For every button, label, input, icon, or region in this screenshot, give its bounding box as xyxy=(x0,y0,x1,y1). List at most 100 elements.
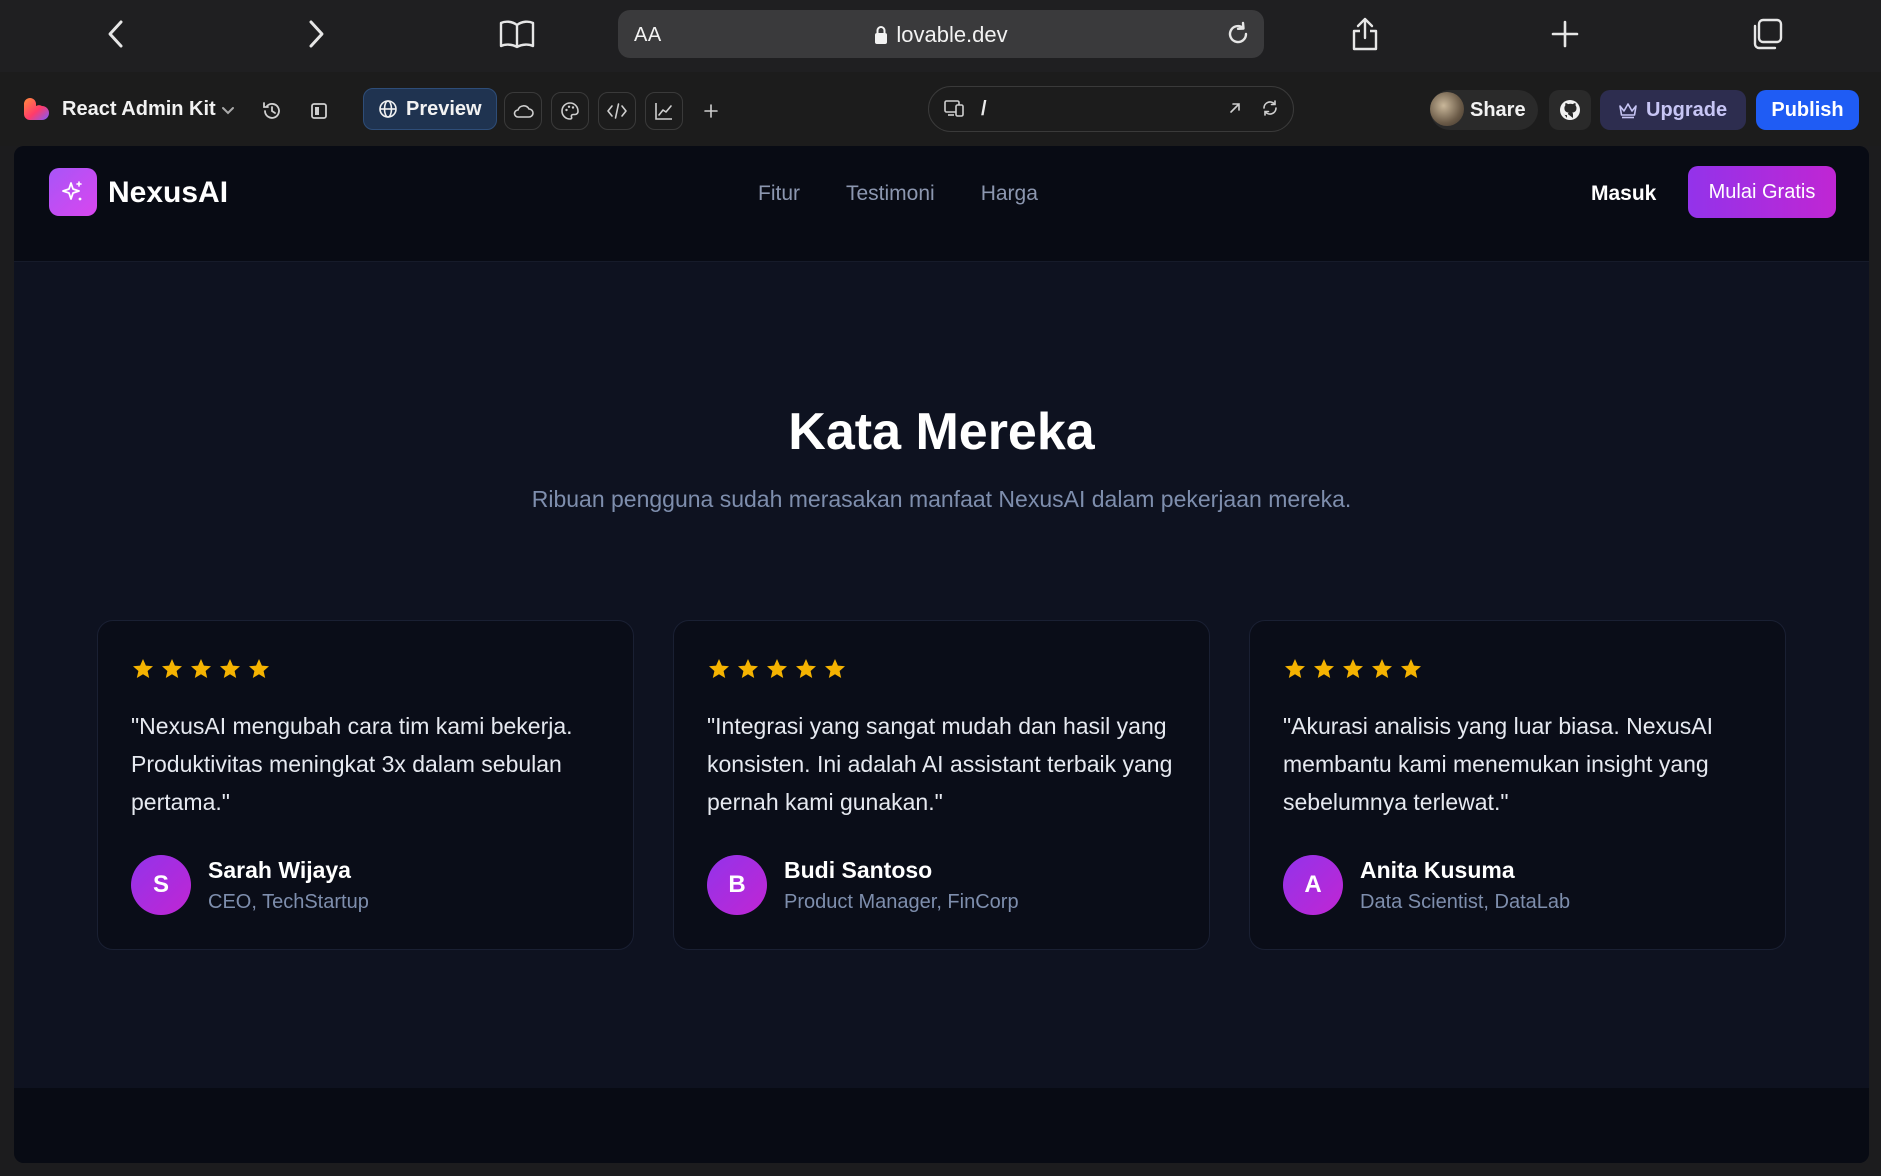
testimonial-card: "NexusAI mengubah cara tim kami bekerja.… xyxy=(97,620,634,950)
forward-button[interactable] xyxy=(294,12,338,56)
star-rating xyxy=(707,657,847,681)
nav-link-fitur[interactable]: Fitur xyxy=(758,182,800,206)
nav-link-harga[interactable]: Harga xyxy=(981,182,1038,206)
testimonial-quote: "Integrasi yang sangat mudah dan hasil y… xyxy=(707,713,1173,815)
editor-toolbar: React Admin Kit Preview / Share Upgrade … xyxy=(0,72,1881,146)
plus-icon xyxy=(704,104,718,118)
star-icon xyxy=(709,659,729,678)
user-avatar xyxy=(1430,92,1464,126)
browser-toolbar: AA lovable.dev xyxy=(0,0,1881,72)
star-icon xyxy=(191,659,211,678)
star-icon xyxy=(133,659,153,678)
lovable-logo-icon xyxy=(24,98,49,120)
star-icon xyxy=(767,659,787,678)
globe-icon xyxy=(379,100,397,118)
person-name: Anita Kusuma xyxy=(1360,857,1515,883)
new-tab-button[interactable] xyxy=(1543,12,1587,56)
star-icon xyxy=(220,659,240,678)
history-icon xyxy=(263,102,280,119)
start-free-button[interactable]: Mulai Gratis xyxy=(1688,166,1836,218)
star-icon xyxy=(1314,659,1334,678)
star-icon xyxy=(1372,659,1392,678)
open-external-icon[interactable] xyxy=(1227,100,1243,116)
section-subtitle: Ribuan pengguna sudah merasakan manfaat … xyxy=(531,486,1352,512)
avatar: S xyxy=(131,855,191,915)
upgrade-button[interactable]: Upgrade xyxy=(1600,90,1746,130)
star-icon xyxy=(738,659,758,678)
book-icon xyxy=(499,20,535,49)
design-tab[interactable] xyxy=(551,92,589,130)
star-rating xyxy=(1283,657,1423,681)
testimonial-card: "Integrasi yang sangat mudah dan hasil y… xyxy=(673,620,1210,950)
person-name: Sarah Wijaya xyxy=(208,857,351,883)
back-button[interactable] xyxy=(94,12,138,56)
bookmarks-button[interactable] xyxy=(495,12,539,56)
share-sheet-button[interactable] xyxy=(1343,12,1387,56)
person-role: Product Manager, FinCorp xyxy=(784,891,1019,913)
plus-icon xyxy=(1551,20,1579,48)
add-tab-button[interactable] xyxy=(692,92,730,130)
person-name: Budi Santoso xyxy=(784,857,933,883)
brand-logo[interactable] xyxy=(49,168,97,216)
testimonial-quote: "NexusAI mengubah cara tim kami bekerja.… xyxy=(131,713,573,815)
star-icon xyxy=(162,659,182,678)
person-role: CEO, TechStartup xyxy=(208,891,369,913)
tabs-overview-button[interactable] xyxy=(1745,12,1789,56)
avatar: A xyxy=(1283,855,1343,915)
upgrade-label: Upgrade xyxy=(1646,98,1728,121)
route-bar[interactable]: / xyxy=(928,86,1294,132)
sidebar-icon xyxy=(311,103,327,119)
chevron-right-icon xyxy=(309,20,324,48)
tabs-icon xyxy=(1753,18,1783,50)
star-icon xyxy=(1343,659,1363,678)
brand-name[interactable]: NexusAI xyxy=(108,176,228,210)
section-title: Kata Mereka xyxy=(788,403,1095,461)
avatar: B xyxy=(707,855,767,915)
device-icon[interactable] xyxy=(943,98,965,118)
route-path[interactable]: / xyxy=(981,98,987,121)
code-tab[interactable] xyxy=(598,92,636,130)
history-button[interactable] xyxy=(253,92,291,130)
github-icon xyxy=(1560,100,1580,120)
code-icon xyxy=(607,103,627,119)
github-button[interactable] xyxy=(1549,90,1591,130)
star-rating xyxy=(131,657,271,681)
cloud-icon xyxy=(513,105,534,118)
preview-tab[interactable]: Preview xyxy=(363,88,497,130)
share-label: Share xyxy=(1470,99,1526,121)
publish-button[interactable]: Publish xyxy=(1756,90,1859,130)
sparkles-icon xyxy=(62,181,82,201)
project-name[interactable]: React Admin Kit xyxy=(62,98,216,121)
footer-band xyxy=(14,1088,1869,1163)
person-role: Data Scientist, DataLab xyxy=(1360,891,1571,913)
star-icon xyxy=(1285,659,1305,678)
star-icon xyxy=(825,659,845,678)
reload-button[interactable] xyxy=(1222,18,1254,50)
crown-icon xyxy=(1619,103,1637,119)
toggle-sidebar-button[interactable] xyxy=(300,92,338,130)
analytics-tab[interactable] xyxy=(645,92,683,130)
site-navbar: NexusAI Fitur Testimoni Harga Masuk Mula… xyxy=(14,146,1869,262)
chevron-down-icon[interactable] xyxy=(221,106,235,116)
preview-frame: NexusAI Fitur Testimoni Harga Masuk Mula… xyxy=(14,146,1869,1163)
preview-label: Preview xyxy=(406,97,482,120)
lock-icon xyxy=(875,26,888,44)
star-icon xyxy=(796,659,816,678)
url-text: lovable.dev xyxy=(896,22,1008,47)
login-link[interactable]: Masuk xyxy=(1591,182,1656,206)
share-icon xyxy=(1352,17,1378,51)
cloud-tab[interactable] xyxy=(504,92,542,130)
share-button[interactable]: Share xyxy=(1430,90,1538,130)
testimonial-card: "Akurasi analisis yang luar biasa. Nexus… xyxy=(1249,620,1786,950)
nav-link-testimoni[interactable]: Testimoni xyxy=(846,182,935,206)
refresh-icon[interactable] xyxy=(1261,99,1279,117)
reload-icon xyxy=(1228,21,1248,44)
chart-line-icon xyxy=(655,103,672,120)
chevron-left-icon xyxy=(108,20,123,48)
testimonial-quote: "Akurasi analisis yang luar biasa. Nexus… xyxy=(1283,713,1714,815)
star-icon xyxy=(1401,659,1421,678)
nav-links: Fitur Testimoni Harga xyxy=(758,182,1038,206)
address-bar[interactable]: AA lovable.dev xyxy=(618,10,1264,58)
star-icon xyxy=(249,659,269,678)
testimonials-section: Kata Mereka Ribuan pengguna sudah merasa… xyxy=(14,262,1869,1088)
